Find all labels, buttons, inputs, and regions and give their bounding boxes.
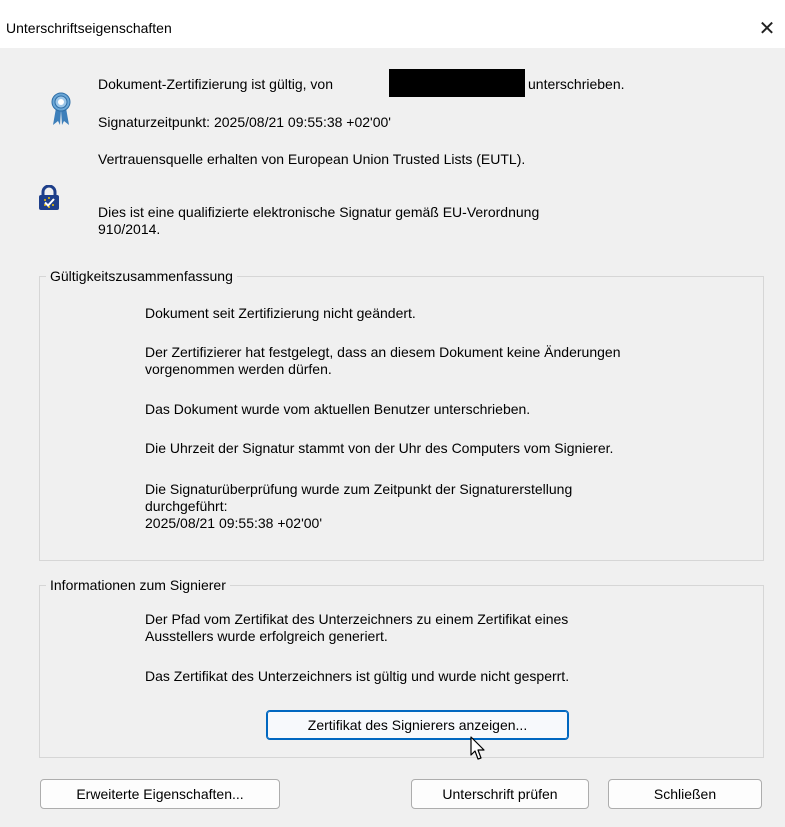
validity-item-signed-by-user: Das Dokument wurde vom aktuellen Benutze… (145, 401, 531, 417)
validity-item-verification-line2: durchgeführt: (145, 498, 228, 514)
validity-summary-legend: Gültigkeitszusammenfassung (46, 268, 237, 284)
validity-item-unchanged: Dokument seit Zertifizierung nicht geänd… (145, 305, 416, 321)
certification-prefix: Dokument-Zertifizierung ist gültig, von (98, 76, 333, 92)
certification-suffix: unterschrieben. (528, 76, 625, 92)
signature-properties-dialog: Unterschriftseigenschaften ✕ Dokument-Ze… (0, 8, 785, 827)
validity-item-no-changes-line2: vorgenommen werden dürfen. (145, 361, 332, 377)
advanced-properties-button[interactable]: Erweiterte Eigenschaften... (40, 779, 280, 809)
qualified-signature-line1: Dies ist eine qualifizierte elektronisch… (98, 204, 540, 220)
verify-signature-label: Unterschrift prüfen (442, 786, 558, 802)
validity-item-verification-line1: Die Signaturüberprüfung wurde zum Zeitpu… (145, 481, 573, 497)
close-icon: ✕ (758, 17, 776, 40)
mouse-pointer-icon (470, 736, 485, 760)
validity-item-no-changes-line1: Der Zertifizierer hat festgelegt, dass a… (145, 344, 621, 360)
verify-signature-button[interactable]: Unterschrift prüfen (411, 779, 589, 809)
qualified-signature-line2: 910/2014. (98, 221, 161, 237)
window-title: Unterschriftseigenschaften (6, 20, 172, 36)
validity-item-time-source: Die Uhrzeit der Signatur stammt von der … (145, 440, 614, 456)
advanced-properties-label: Erweiterte Eigenschaften... (76, 786, 244, 802)
signer-info-path-line2: Ausstellers wurde erfolgreich generiert. (145, 628, 388, 644)
signing-time: Signaturzeitpunkt: 2025/08/21 09:55:38 +… (98, 114, 391, 130)
show-signer-certificate-label: Zertifikat des Signierers anzeigen... (307, 717, 528, 733)
signer-info-path-line1: Der Pfad vom Zertifikat des Unterzeichne… (145, 611, 569, 627)
title-bar: Unterschriftseigenschaften ✕ (0, 8, 785, 48)
signer-info-valid: Das Zertifikat des Unterzeichners ist gü… (145, 668, 570, 684)
redacted-signer-name (389, 69, 525, 97)
show-signer-certificate-button[interactable]: Zertifikat des Signierers anzeigen... (266, 710, 569, 740)
close-button-label: Schließen (653, 786, 717, 802)
close-button[interactable]: Schließen (608, 779, 762, 809)
close-window-button[interactable]: ✕ (749, 8, 785, 48)
ribbon-icon (51, 92, 71, 125)
trust-source: Vertrauensquelle erhalten von European U… (98, 151, 526, 167)
signer-info-legend: Informationen zum Signierer (46, 577, 230, 593)
validity-item-verification-time: 2025/08/21 09:55:38 +02'00' (145, 515, 323, 531)
eu-trust-lock-icon (39, 185, 59, 210)
